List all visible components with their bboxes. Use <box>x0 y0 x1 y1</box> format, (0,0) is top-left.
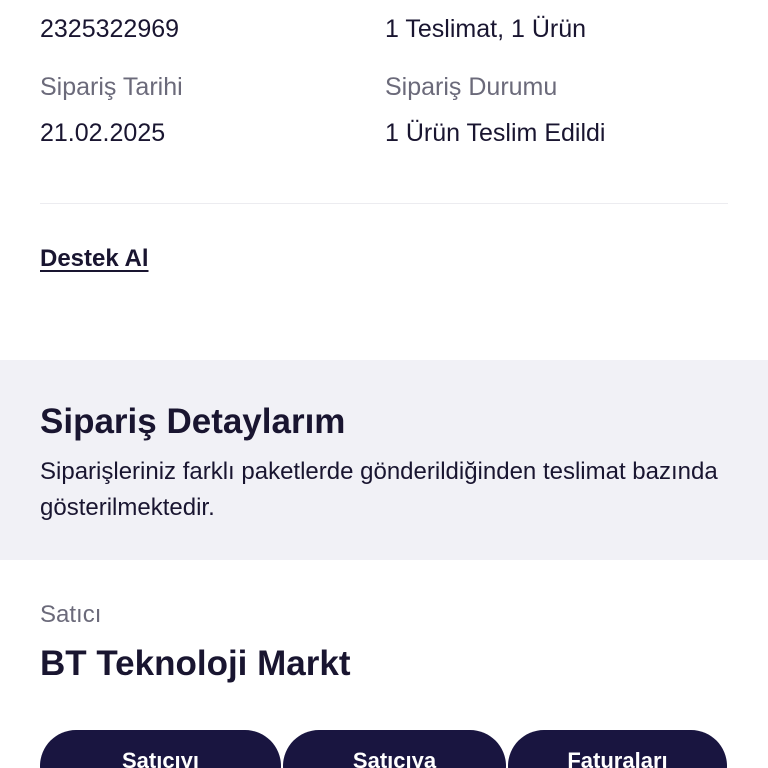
seller-follow-button[interactable]: Satıcıyı <box>40 730 281 768</box>
order-details-title: Sipariş Detaylarım <box>40 402 346 441</box>
order-status-block: Sipariş Durumu 1 Ürün Teslim Edildi <box>385 72 605 148</box>
section-divider <box>40 203 728 204</box>
delivery-summary-block: 1 Teslimat, 1 Ürün <box>385 14 586 44</box>
order-status-value: 1 Ürün Teslim Edildi <box>385 119 606 147</box>
order-detail-page: 2325322969 1 Teslimat, 1 Ürün Sipariş Ta… <box>0 0 768 768</box>
order-status-label: Sipariş Durumu <box>385 73 558 101</box>
order-details-description: Siparişleriniz farklı paketlerde gönderi… <box>40 458 718 521</box>
delivery-summary-value: 1 Teslimat, 1 Ürün <box>385 15 587 43</box>
order-number-value: 2325322969 <box>40 15 180 43</box>
order-number-block: 2325322969 <box>40 14 179 44</box>
seller-message-button[interactable]: Satıcıya <box>283 730 506 768</box>
order-date-value: 21.02.2025 <box>40 119 166 147</box>
order-date-label: Sipariş Tarihi <box>40 73 183 101</box>
seller-name: BT Teknoloji Markt <box>40 644 351 683</box>
seller-label: Satıcı <box>40 601 102 628</box>
support-link[interactable]: Destek Al <box>40 245 149 273</box>
order-date-block: Sipariş Tarihi 21.02.2025 <box>40 72 183 148</box>
invoices-button[interactable]: Faturaları <box>508 730 727 768</box>
